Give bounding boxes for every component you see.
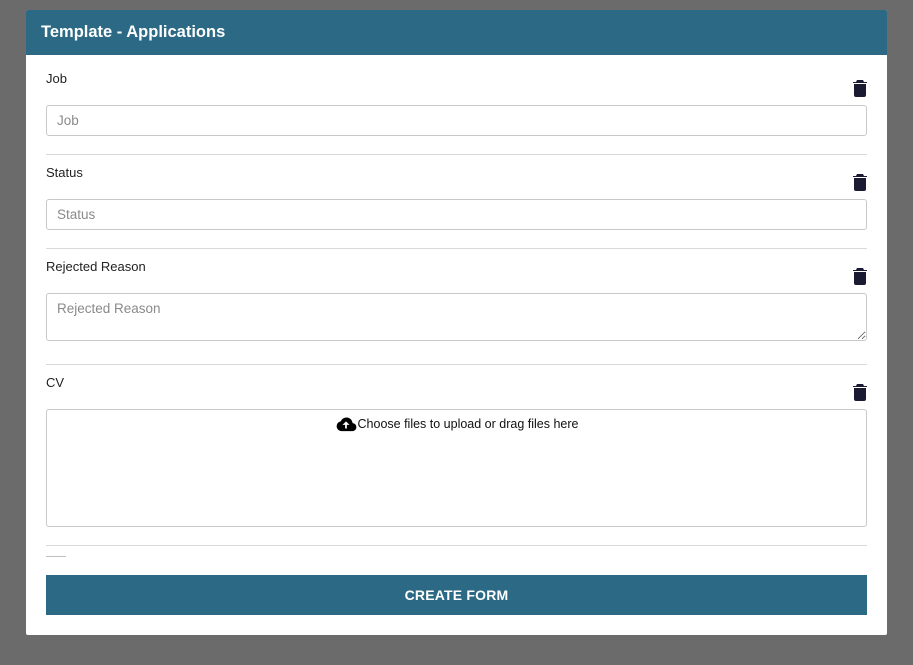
trash-icon[interactable] bbox=[853, 173, 867, 191]
job-input[interactable] bbox=[46, 105, 867, 136]
template-panel: Template - Applications Job Status bbox=[26, 10, 887, 635]
cv-dropzone[interactable]: Choose files to upload or drag files her… bbox=[46, 409, 867, 527]
panel-title: Template - Applications bbox=[26, 10, 887, 55]
cv-label: CV bbox=[46, 375, 64, 390]
field-header: Status bbox=[46, 165, 867, 191]
dropzone-inner: Choose files to upload or drag files her… bbox=[335, 416, 579, 432]
field-job: Job bbox=[46, 71, 867, 155]
trash-icon[interactable] bbox=[853, 267, 867, 285]
field-status: Status bbox=[46, 165, 867, 249]
cloud-upload-icon bbox=[335, 416, 357, 432]
field-header: CV bbox=[46, 375, 867, 401]
panel-body: Job Status Rejected Reason bbox=[26, 55, 887, 635]
trash-icon[interactable] bbox=[853, 383, 867, 401]
dropzone-text: Choose files to upload or drag files her… bbox=[358, 417, 579, 431]
small-divider bbox=[46, 556, 66, 557]
field-header: Job bbox=[46, 71, 867, 97]
job-label: Job bbox=[46, 71, 67, 86]
status-label: Status bbox=[46, 165, 83, 180]
rejected-reason-label: Rejected Reason bbox=[46, 259, 146, 274]
status-input[interactable] bbox=[46, 199, 867, 230]
field-cv: CV Choose files to upload or drag files … bbox=[46, 375, 867, 546]
field-rejected-reason: Rejected Reason bbox=[46, 259, 867, 365]
field-header: Rejected Reason bbox=[46, 259, 867, 285]
create-form-button[interactable]: CREATE FORM bbox=[46, 575, 867, 615]
trash-icon[interactable] bbox=[853, 79, 867, 97]
rejected-reason-textarea[interactable] bbox=[46, 293, 867, 341]
